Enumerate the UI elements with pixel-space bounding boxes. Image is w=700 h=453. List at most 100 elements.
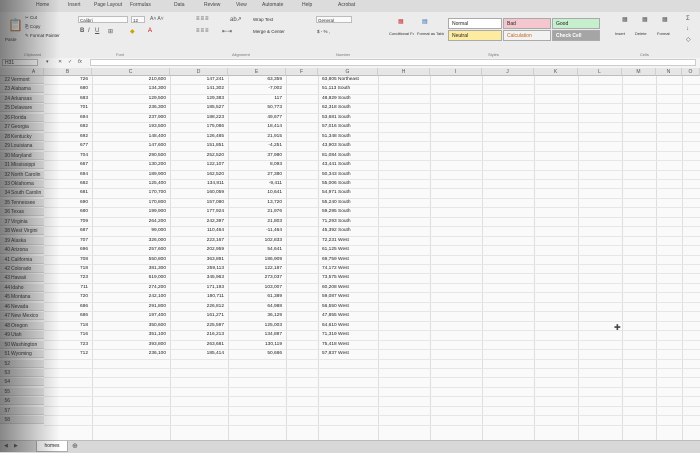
cell-income-region[interactable]: 53,681 South	[322, 114, 378, 122]
cell-difference[interactable]	[232, 360, 282, 368]
number-format-select[interactable]: General	[316, 16, 352, 23]
column-header-a[interactable]: A	[24, 68, 44, 76]
cell-income-region[interactable]: 50,343 South	[322, 171, 378, 179]
row-header[interactable]: 40 Arizona	[0, 246, 44, 255]
cell-home-value[interactable]: 350,600	[96, 322, 166, 330]
cell-state-name[interactable]: Colorado	[11, 265, 31, 273]
cell-credit-score[interactable]: 682	[48, 123, 88, 131]
column-header-d[interactable]: D	[170, 68, 228, 76]
cell-state-name[interactable]: Idaho	[11, 284, 24, 292]
cell-home-value[interactable]: 290,500	[96, 152, 166, 160]
fill-color-icon[interactable]: ◆	[130, 28, 135, 35]
bold-icon[interactable]: B	[80, 28, 84, 34]
row-header[interactable]: 29 Louisiana	[0, 142, 44, 151]
insert-cells-icon[interactable]: ▦	[622, 16, 628, 23]
cell-state-name[interactable]: Florida	[11, 114, 26, 122]
format-cells-icon[interactable]: ▦	[662, 16, 668, 23]
row-header[interactable]: 35 Tennessee	[0, 198, 44, 207]
cell-difference[interactable]: 64,988	[232, 303, 282, 311]
cell-difference[interactable]	[232, 397, 282, 405]
cell-home-value[interactable]	[96, 378, 166, 386]
cell-home-value[interactable]: 134,300	[96, 85, 166, 93]
cell-credit-score[interactable]: 692	[48, 133, 88, 141]
cell-state-name[interactable]: Mississippi	[11, 161, 35, 169]
cell-income-region[interactable]: 62,318 South	[322, 104, 378, 112]
row-header[interactable]: 47 New Mexico	[0, 312, 44, 321]
format-painter-button[interactable]: ✎ Format Painter	[24, 32, 61, 39]
style-normal[interactable]: Normal	[448, 18, 502, 29]
row-header[interactable]: 51 Wyoming	[0, 350, 44, 359]
merge-center-button[interactable]: Merge & Center	[252, 28, 286, 35]
cell-income-region[interactable]: 47,855 West	[322, 312, 378, 320]
border-icon[interactable]: ⊞	[108, 28, 113, 35]
cell-value-d[interactable]: 161,271	[174, 312, 224, 320]
cell-value-d[interactable]: 160,059	[174, 189, 224, 197]
cell-home-value[interactable]: 264,200	[96, 218, 166, 226]
cell-difference[interactable]: 36,129	[232, 312, 282, 320]
font-grow-icon[interactable]: A˄ A˅	[150, 16, 164, 22]
row-header[interactable]: 46 Nevada	[0, 302, 44, 311]
cell-home-value[interactable]: 236,100	[96, 350, 166, 358]
style-good[interactable]: Good	[552, 18, 600, 29]
row-header[interactable]: 31 Mississippi	[0, 161, 44, 170]
cell-credit-score[interactable]: 708	[48, 256, 88, 264]
cell-difference[interactable]: 18,414	[232, 123, 282, 131]
cell-state-name[interactable]: Utah	[11, 331, 22, 339]
cell-difference[interactable]	[232, 378, 282, 386]
paste-icon[interactable]: 📋	[8, 18, 23, 32]
cell-value-d[interactable]: 185,527	[174, 104, 224, 112]
orientation-icon[interactable]: ab↗	[230, 16, 242, 23]
align-top-icon[interactable]: ≡≡≡	[196, 16, 210, 22]
cell-state-name[interactable]: Virginia	[11, 218, 28, 226]
cell-difference[interactable]: 49,677	[232, 114, 282, 122]
cell-home-value[interactable]: 237,900	[96, 114, 166, 122]
cell-value-d[interactable]: 216,213	[174, 331, 224, 339]
tab-review[interactable]: Review	[204, 2, 220, 8]
style-neutral[interactable]: Neutral	[448, 30, 502, 41]
enter-icon[interactable]: ✓	[68, 59, 72, 65]
row-header[interactable]: 32 North Carolin	[0, 170, 44, 179]
cell-value-d[interactable]	[174, 388, 224, 396]
cell-value-d[interactable]: 141,302	[174, 85, 224, 93]
cell-difference[interactable]	[232, 416, 282, 424]
cell-income-region[interactable]	[322, 407, 378, 415]
row-header[interactable]: 27 Georgia	[0, 123, 44, 132]
cell-value-d[interactable]: 223,167	[174, 237, 224, 245]
cell-income-region[interactable]: 55,006 South	[322, 180, 378, 188]
tab-help[interactable]: Help	[302, 2, 312, 8]
cell-credit-score[interactable]	[48, 388, 88, 396]
cell-credit-score[interactable]: 677	[48, 142, 88, 150]
cell-credit-score[interactable]	[48, 407, 88, 415]
cell-income-region[interactable]: 51,113 South	[322, 85, 378, 93]
cell-income-region[interactable]	[322, 397, 378, 405]
row-header[interactable]: 50 Washington	[0, 340, 44, 349]
cell-credit-score[interactable]: 720	[48, 293, 88, 301]
column-header-k[interactable]: K	[534, 68, 578, 76]
cell-difference[interactable]: 50,773	[232, 104, 282, 112]
row-header[interactable]: 24 Arkansas	[0, 94, 44, 103]
worksheet-grid[interactable]: A B C D E F G H I J K L M N O 22 Vermont 7…	[0, 68, 700, 450]
delete-cells-icon[interactable]: ▦	[642, 16, 648, 23]
style-calculation[interactable]: Calculation	[503, 30, 551, 41]
conditional-formatting-icon[interactable]: ▦	[398, 18, 404, 25]
cell-income-region[interactable]	[322, 388, 378, 396]
delete-cells-button[interactable]: Delete	[634, 30, 648, 37]
cell-value-d[interactable]: 225,597	[174, 322, 224, 330]
cell-credit-score[interactable]: 682	[48, 180, 88, 188]
cell-value-d[interactable]	[174, 407, 224, 415]
format-table-icon[interactable]: ▤	[422, 18, 428, 25]
cell-home-value[interactable]: 189,900	[96, 171, 166, 179]
column-header-n[interactable]: N	[656, 68, 682, 76]
row-header[interactable]: 57	[0, 406, 44, 415]
row-header[interactable]: 36 Texas	[0, 208, 44, 217]
cell-credit-score[interactable]	[48, 416, 88, 424]
tab-home[interactable]: Home	[36, 2, 49, 8]
next-sheet-icon[interactable]: ▶	[14, 443, 18, 449]
cell-state-name[interactable]: Hawaii	[11, 274, 26, 282]
row-header[interactable]: 25 Delaware	[0, 104, 44, 113]
row-header[interactable]: 52	[0, 359, 44, 368]
row-header[interactable]: 22 Vermont	[0, 76, 44, 84]
row-header[interactable]: 34 South Carolin	[0, 189, 44, 198]
cell-income-region[interactable]	[322, 360, 378, 368]
cell-state-name[interactable]: Washington	[11, 341, 37, 349]
